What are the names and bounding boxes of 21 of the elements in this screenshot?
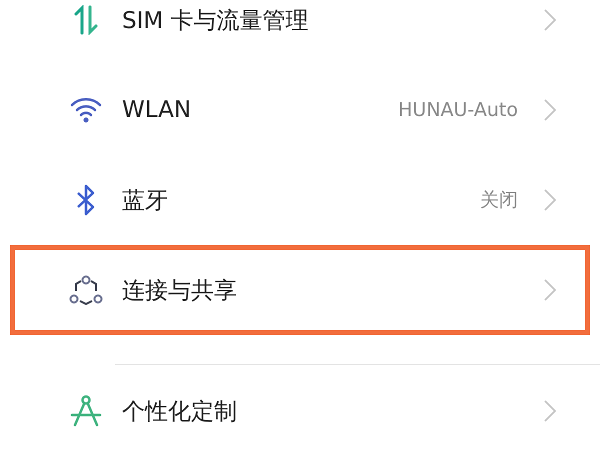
chevron-icon [544,99,556,121]
wifi-icon [69,97,103,123]
settings-item[interactable]: WLAN HUNAU-Auto [10,65,590,155]
item-label: SIM 卡与流量管理 [122,6,310,36]
chevron-icon [544,400,556,422]
item-label: WLAN [122,97,192,123]
item-label: 个性化定制 [122,398,238,426]
bluetooth-icon [75,184,97,216]
chevron-icon [544,279,556,301]
settings-item[interactable]: 个性化定制 [10,366,590,450]
item-label: 蓝牙 [122,186,169,216]
settings-item[interactable]: 连接与共享 [10,245,590,335]
chevron-icon [544,189,556,211]
connection-icon [69,275,103,305]
item-label: 连接与共享 [122,276,238,306]
item-value: HUNAU-Auto [398,99,518,121]
settings-item[interactable]: SIM 卡与流量管理 [10,0,590,65]
chevron-icon [544,9,556,31]
compass-icon [69,395,103,427]
item-value: 关闭 [480,188,518,213]
settings-item[interactable]: 蓝牙 关闭 [10,155,590,245]
